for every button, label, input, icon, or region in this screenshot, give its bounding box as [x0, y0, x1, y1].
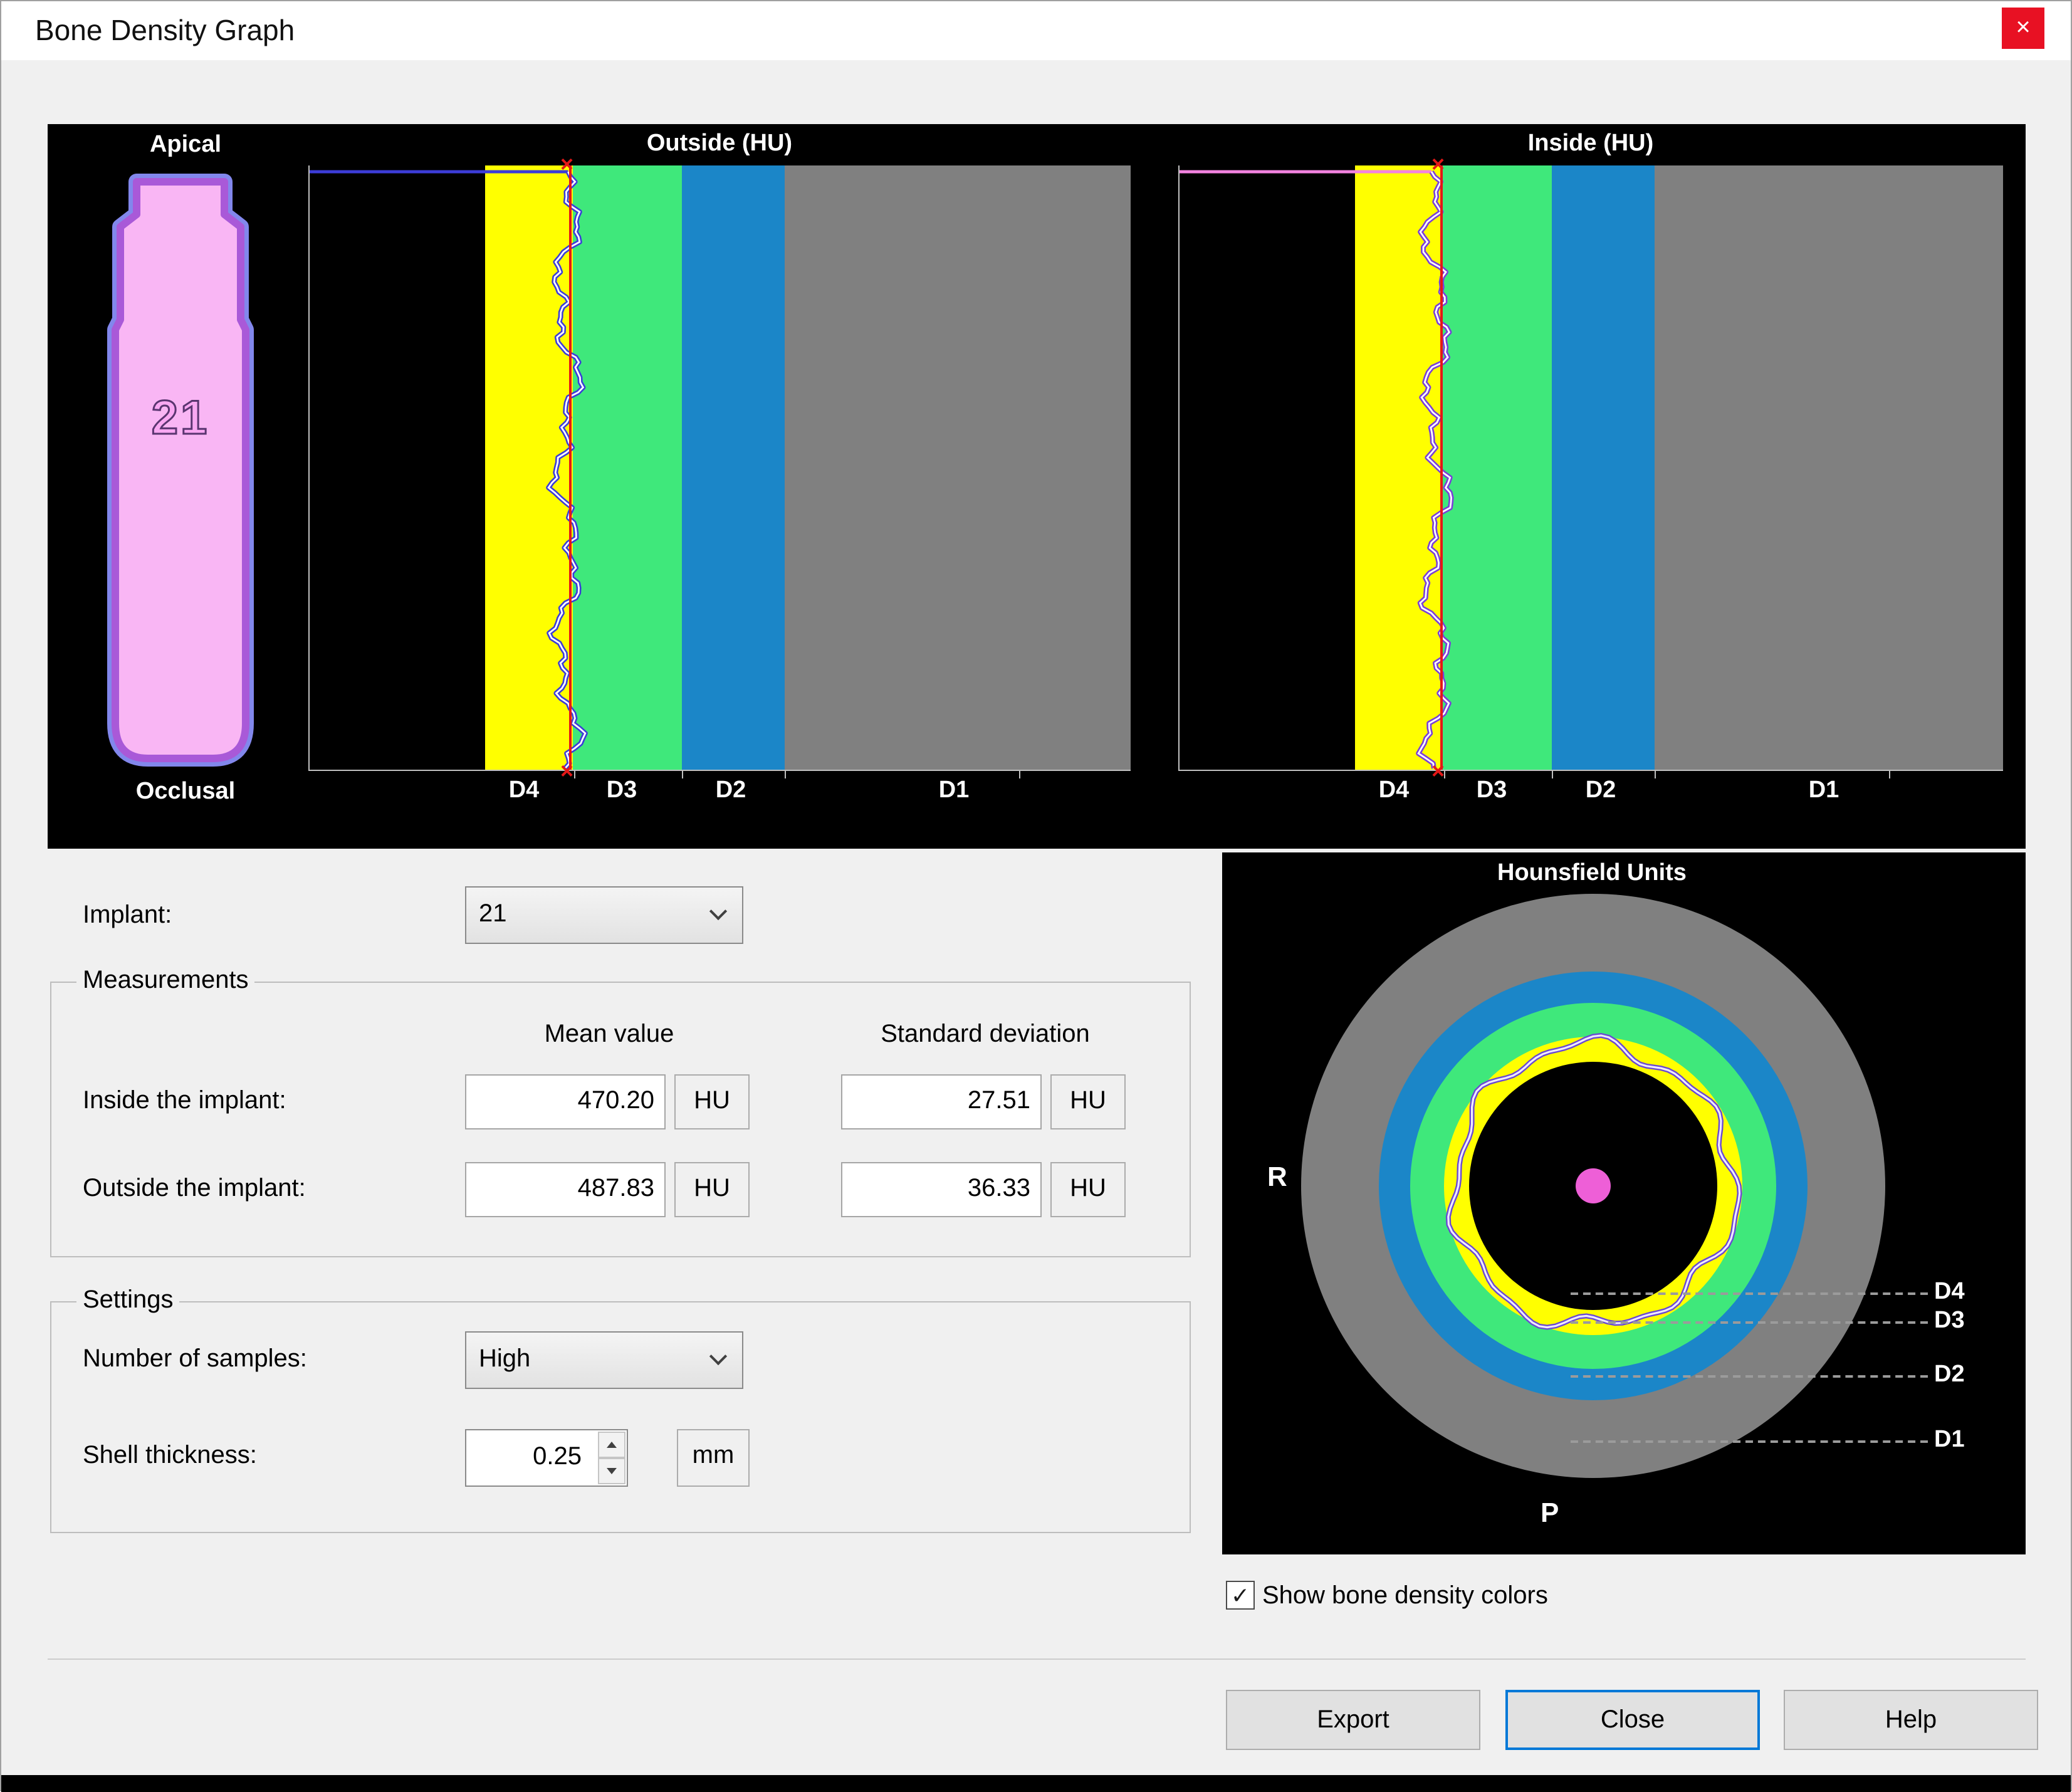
outside-mean-unit: HU — [674, 1162, 750, 1217]
ring-indicator-line — [1571, 1375, 1928, 1378]
export-button[interactable]: Export — [1226, 1690, 1480, 1750]
inside-mean-value: 470.20 — [465, 1074, 666, 1129]
outside-graph-title: Outside (HU) — [308, 130, 1131, 158]
hounsfield-rings-chart — [1301, 894, 1885, 1478]
inside-band-label-d4: D4 — [1379, 777, 1410, 805]
show-density-colors-checkbox[interactable]: ✓ — [1226, 1581, 1255, 1610]
outside-band-label-d2: D2 — [716, 777, 746, 805]
chevron-down-icon — [709, 903, 727, 920]
window-title: Bone Density Graph — [35, 14, 295, 48]
axis-tick — [682, 771, 683, 778]
separator — [48, 1658, 2026, 1660]
thickness-unit-box: mm — [677, 1429, 750, 1487]
samples-label: Number of samples: — [83, 1345, 307, 1374]
ring-label-d2: D2 — [1934, 1361, 1965, 1389]
inside-sd-unit: HU — [1050, 1074, 1126, 1129]
hounsfield-title: Hounsfield Units — [1222, 860, 1962, 888]
inside-band-label-d1: D1 — [1809, 777, 1839, 805]
outside-graph-plot: × × — [308, 165, 1131, 771]
implant-select[interactable]: 21 — [465, 886, 743, 944]
thickness-label: Shell thickness: — [83, 1442, 257, 1470]
inside-graph-plot: × × — [1178, 165, 2003, 771]
inside-band-label-d3: D3 — [1477, 777, 1507, 805]
shell-thickness-value: 0.25 — [533, 1443, 582, 1472]
settings-group-label: Settings — [76, 1286, 180, 1315]
marker-x-icon: × — [1431, 153, 1445, 176]
checkbox-label[interactable]: Show bone density colors — [1262, 1582, 1548, 1611]
hounsfield-panel: Hounsfield Units R P D4 D3 D2 D1 — [1222, 852, 2026, 1554]
marker-x-icon: × — [1431, 760, 1445, 782]
outside-sd-unit: HU — [1050, 1162, 1126, 1217]
help-button[interactable]: Help — [1784, 1690, 2038, 1750]
marker-x-icon: × — [560, 760, 573, 782]
orientation-p-label: P — [1541, 1497, 1559, 1529]
orientation-r-label: R — [1267, 1161, 1287, 1193]
outside-implant-label: Outside the implant: — [83, 1175, 306, 1203]
implant-select-value: 21 — [479, 900, 507, 929]
chevron-down-icon — [709, 1348, 727, 1365]
spin-down-button[interactable] — [598, 1458, 625, 1484]
axis-tick — [1889, 771, 1890, 778]
arrow-up-icon — [607, 1442, 617, 1448]
close-button[interactable]: Close — [1505, 1690, 1760, 1750]
close-icon: × — [2016, 14, 2030, 43]
inside-sd-value: 27.51 — [841, 1074, 1042, 1129]
axis-tick — [574, 771, 575, 778]
marker-x-icon: × — [560, 153, 573, 176]
ring-label-d1: D1 — [1934, 1427, 1965, 1454]
std-deviation-header: Standard deviation — [829, 1020, 1142, 1049]
center-dot — [1576, 1168, 1611, 1203]
checkmark-icon: ✓ — [1231, 1584, 1250, 1606]
inside-mean-unit: HU — [674, 1074, 750, 1129]
inside-graph-title: Inside (HU) — [1178, 130, 2003, 158]
bone-density-graph-dialog: Bone Density Graph × Apical 21 Occlusal … — [0, 0, 2072, 1791]
outside-band-label-d3: D3 — [607, 777, 637, 805]
implant-label: Implant: — [83, 901, 172, 930]
outside-mean-value: 487.83 — [465, 1162, 666, 1217]
outside-band-label-d1: D1 — [939, 777, 970, 805]
inside-density-curve — [1180, 165, 2004, 771]
axis-tick — [1552, 771, 1553, 778]
shell-thickness-input[interactable]: 0.25 — [465, 1429, 628, 1487]
samples-select-value: High — [479, 1345, 530, 1374]
axis-tick — [1655, 771, 1656, 778]
spinner-buttons — [598, 1432, 625, 1484]
arrow-down-icon — [607, 1468, 617, 1474]
graphs-panel: Apical 21 Occlusal Outside (HU) × × D4 D… — [48, 124, 2026, 849]
outside-sd-value: 36.33 — [841, 1162, 1042, 1217]
outside-band-label-d4: D4 — [509, 777, 540, 805]
implant-number: 21 — [98, 392, 263, 446]
ring-indicator-line — [1571, 1440, 1928, 1443]
inside-marker-line[interactable] — [1440, 165, 1443, 770]
outside-marker-line[interactable] — [569, 165, 572, 770]
ring-label-d4: D4 — [1934, 1279, 1965, 1306]
title-bar: Bone Density Graph × — [1, 1, 2071, 60]
inside-band-label-d2: D2 — [1586, 777, 1616, 805]
inside-implant-label: Inside the implant: — [83, 1087, 286, 1116]
implant-illustration — [98, 172, 263, 773]
window-close-button[interactable]: × — [2002, 8, 2044, 49]
background-strip — [1, 1775, 2071, 1792]
spin-up-button[interactable] — [598, 1432, 625, 1458]
measurements-group-label: Measurements — [76, 967, 255, 995]
apical-label: Apical — [73, 132, 298, 159]
ring-indicator-line — [1571, 1321, 1928, 1324]
samples-select[interactable]: High — [465, 1331, 743, 1389]
occlusal-label: Occlusal — [73, 778, 298, 806]
mean-value-header: Mean value — [465, 1020, 753, 1049]
axis-tick — [785, 771, 786, 778]
outside-density-curve — [310, 165, 1132, 771]
axis-tick — [1019, 771, 1020, 778]
ring-label-d3: D3 — [1934, 1307, 1965, 1335]
ring-indicator-line — [1571, 1292, 1928, 1295]
